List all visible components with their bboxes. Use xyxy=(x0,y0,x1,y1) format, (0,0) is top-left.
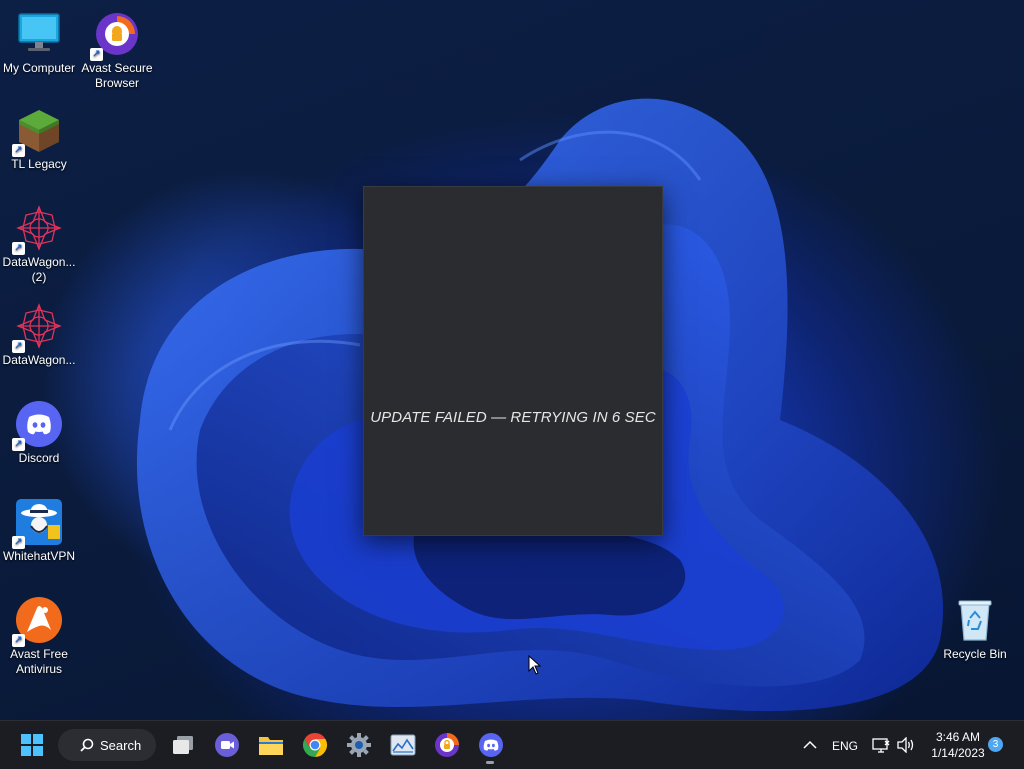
taskbar-file-explorer-button[interactable] xyxy=(255,729,287,761)
datawagon-icon: ↗ xyxy=(12,302,63,353)
datawagon-icon: ↗ xyxy=(12,204,63,255)
taskbar-clock[interactable]: 3:46 AM 1/14/2023 xyxy=(920,729,996,761)
task-view-button[interactable] xyxy=(167,729,199,761)
speaker-icon xyxy=(897,737,914,753)
show-hidden-icons-button[interactable] xyxy=(794,729,826,761)
discord-icon xyxy=(479,733,503,757)
desktop-icon-label: Recycle Bin xyxy=(943,647,1007,661)
taskbar-search-button[interactable]: Search xyxy=(58,729,156,761)
file-explorer-icon xyxy=(259,737,283,755)
discord-active-indicator xyxy=(486,761,494,764)
desktop-icon-tl-legacy[interactable]: ↗ TL Legacy xyxy=(0,106,78,172)
desktop-icon-my-computer[interactable]: My Computer xyxy=(0,10,78,76)
avast-browser-icon: ↗ xyxy=(90,10,141,61)
desktop-icon-label: DataWagon... xyxy=(2,353,76,367)
desktop-icon-discord[interactable]: ↗ Discord xyxy=(0,400,78,466)
desktop-icon-datawagon[interactable]: ↗ DataWagon... xyxy=(0,302,78,368)
clock-time: 3:46 AM xyxy=(935,730,981,744)
desktop-icon-label: My Computer xyxy=(2,61,76,75)
desktop-icon-datawagon-2[interactable]: ↗ DataWagon... (2) xyxy=(0,204,78,285)
taskbar-photos-button[interactable] xyxy=(387,729,419,761)
shortcut-arrow-icon: ↗ xyxy=(12,340,25,353)
mouse-cursor-icon xyxy=(528,655,542,675)
clock-date: 1/14/2023 xyxy=(931,746,985,760)
desktop[interactable]: My Computer ↗ Avast Secure Browser ↗ TL … xyxy=(0,0,1024,720)
desktop-icon-label: Discord xyxy=(18,451,60,465)
taskbar-avast-browser-button[interactable] xyxy=(431,729,463,761)
shortcut-arrow-icon: ↗ xyxy=(12,438,25,451)
desktop-icon-recycle-bin[interactable]: Recycle Bin xyxy=(936,596,1014,662)
recycle-bin-icon xyxy=(951,596,999,644)
desktop-icon-label: Avast Free Antivirus xyxy=(10,647,68,676)
whitehat-vpn-icon: ↗ xyxy=(12,498,63,549)
avast-antivirus-icon: ↗ xyxy=(12,596,63,647)
chevron-up-icon xyxy=(803,740,817,749)
shortcut-arrow-icon: ↗ xyxy=(12,144,25,157)
desktop-icon-whitehatvpn[interactable]: ↗ WhitehatVPN xyxy=(0,498,78,564)
taskbar: Search ENG 3:46 AM 1/14/2023 xyxy=(0,720,1024,769)
chrome-icon xyxy=(302,733,328,757)
settings-icon xyxy=(347,733,371,757)
photos-icon xyxy=(390,734,416,756)
desktop-icon-avast-free-antivirus[interactable]: ↗ Avast Free Antivirus xyxy=(0,596,78,677)
update-failed-message: UPDATE FAILED — RETRYING IN 6 SEC xyxy=(370,409,656,426)
desktop-icon-label: Avast Secure Browser xyxy=(81,61,153,90)
search-label: Search xyxy=(100,737,142,753)
avast-browser-icon xyxy=(435,733,459,757)
meet-icon xyxy=(215,733,239,757)
desktop-icon-label: DataWagon... (2) xyxy=(2,255,76,284)
shortcut-arrow-icon: ↗ xyxy=(12,536,25,549)
discord-icon: ↗ xyxy=(12,400,63,451)
notification-count-badge[interactable]: 3 xyxy=(988,737,1003,752)
monitor-icon xyxy=(15,10,63,58)
search-icon xyxy=(80,738,94,752)
start-icon xyxy=(21,734,43,756)
shortcut-arrow-icon: ↗ xyxy=(90,48,103,61)
shortcut-arrow-icon: ↗ xyxy=(12,242,25,255)
taskbar-settings-button[interactable] xyxy=(343,729,375,761)
desktop-icon-label: WhitehatVPN xyxy=(2,549,76,563)
start-button[interactable] xyxy=(16,729,48,761)
taskbar-meet-button[interactable] xyxy=(211,729,243,761)
volume-button[interactable] xyxy=(890,729,922,761)
update-dialog[interactable]: UPDATE FAILED — RETRYING IN 6 SEC xyxy=(363,186,663,536)
language-indicator[interactable]: ENG xyxy=(832,739,858,753)
network-icon xyxy=(872,738,890,753)
shortcut-arrow-icon: ↗ xyxy=(12,634,25,647)
taskbar-discord-button[interactable] xyxy=(475,729,507,761)
taskbar-chrome-button[interactable] xyxy=(299,729,331,761)
desktop-icon-label: TL Legacy xyxy=(11,157,67,171)
task-view-icon xyxy=(173,736,193,754)
desktop-icon-avast-secure-browser[interactable]: ↗ Avast Secure Browser xyxy=(78,10,156,91)
minecraft-grass-block-icon: ↗ xyxy=(12,106,63,157)
